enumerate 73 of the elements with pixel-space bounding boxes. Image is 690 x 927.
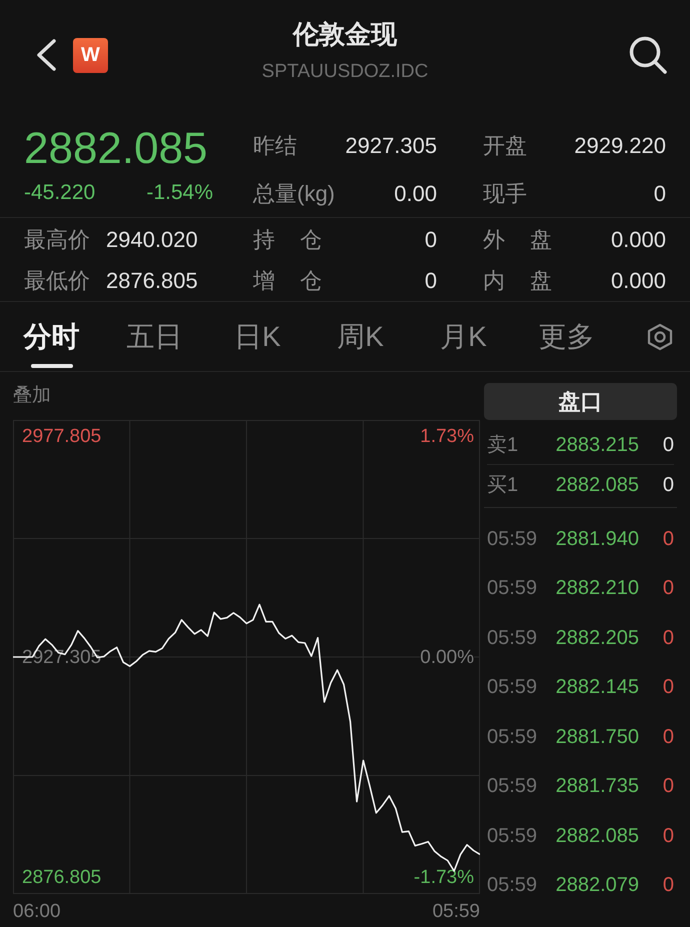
- chevron-left-icon: [35, 39, 57, 71]
- stat-label: 内 盘: [483, 266, 552, 294]
- stat-value: 2929.220: [574, 132, 666, 160]
- trade-price: 2882.205: [554, 626, 639, 651]
- quote-volume: 0: [662, 433, 674, 458]
- stat-value: 0.000: [610, 226, 666, 254]
- app-logo: W: [73, 38, 108, 72]
- stat-value: 2876.805: [106, 266, 198, 294]
- stat-value: 0: [424, 266, 437, 294]
- trade-time: 05:59: [487, 724, 538, 750]
- settings-button[interactable]: [647, 322, 673, 350]
- price-change: -45.220: [24, 180, 96, 206]
- trade-price: 2881.735: [554, 774, 639, 800]
- selected-tab-underline: [30, 364, 72, 368]
- stat-label: 最高价: [24, 226, 90, 254]
- stat-label: 增 仓: [253, 266, 322, 294]
- settings-icon: [647, 322, 673, 350]
- stat-value: 0.00: [394, 180, 437, 208]
- stat-label: 持 仓: [253, 226, 322, 254]
- stat-value: 0.000: [610, 266, 666, 294]
- trade-time: 05:59: [487, 774, 538, 800]
- stat-value: 0: [654, 180, 666, 208]
- trade-volume: 0: [662, 873, 674, 898]
- order-side-label: 卖1: [487, 433, 520, 458]
- trade-time: 05:59: [487, 626, 538, 651]
- trade-volume: 0: [662, 724, 674, 750]
- stat-label: 昨结: [253, 132, 297, 160]
- quote-price: 2883.215: [554, 433, 639, 458]
- trade-time: 05:59: [487, 526, 538, 552]
- chart-tab[interactable]: 五日: [103, 302, 206, 371]
- trade-time: 05:59: [487, 675, 538, 700]
- stat-label: 开盘: [483, 132, 527, 160]
- trade-price: 2882.210: [554, 576, 639, 602]
- search-icon: [628, 35, 668, 75]
- symbol-code: SPTAUUSDOZ.IDC: [262, 60, 428, 84]
- time-axis-label: 06:00: [13, 900, 61, 923]
- price-change-percent: -1.54%: [146, 180, 213, 206]
- back-button[interactable]: [35, 39, 57, 71]
- search-button[interactable]: [628, 35, 668, 75]
- stat-value: 2940.020: [106, 226, 198, 254]
- trade-volume: 0: [662, 675, 674, 700]
- stat-label: 外 盘: [483, 226, 552, 254]
- trade-volume: 0: [662, 526, 674, 552]
- overlay-button[interactable]: 叠加: [13, 382, 51, 410]
- trade-volume: 0: [662, 824, 674, 849]
- quote-price: 2882.085: [554, 472, 639, 498]
- chart-tab[interactable]: 月K: [412, 302, 515, 371]
- chart-tab[interactable]: 分时: [0, 302, 103, 371]
- trade-time: 05:59: [487, 824, 538, 849]
- stat-label: 现手: [483, 180, 527, 208]
- trade-volume: 0: [662, 576, 674, 602]
- trade-price: 2881.750: [554, 724, 639, 750]
- trade-volume: 0: [662, 774, 674, 800]
- trade-price: 2882.145: [554, 675, 639, 700]
- trade-price: 2882.079: [554, 873, 639, 898]
- stat-value: 2927.305: [345, 132, 437, 160]
- trade-price: 2881.940: [554, 526, 639, 552]
- chart-tab[interactable]: 周K: [309, 302, 412, 371]
- time-axis-label: 05:59: [432, 900, 480, 923]
- trade-time: 05:59: [487, 873, 538, 898]
- chart-tab[interactable]: 日K: [206, 302, 309, 371]
- stat-label: 总量(kg): [253, 180, 335, 208]
- last-price: 2882.085: [24, 123, 209, 175]
- order-side-label: 买1: [487, 472, 520, 498]
- quote-volume: 0: [662, 472, 674, 498]
- chart-tab[interactable]: 更多: [515, 302, 618, 371]
- stat-label: 最低价: [24, 266, 90, 294]
- trade-volume: 0: [662, 626, 674, 651]
- page-title: 伦敦金现: [293, 18, 397, 51]
- trade-time: 05:59: [487, 576, 538, 602]
- trade-price: 2882.085: [554, 824, 639, 849]
- stat-value: 0: [424, 226, 437, 254]
- order-book-button[interactable]: 盘口: [484, 383, 677, 420]
